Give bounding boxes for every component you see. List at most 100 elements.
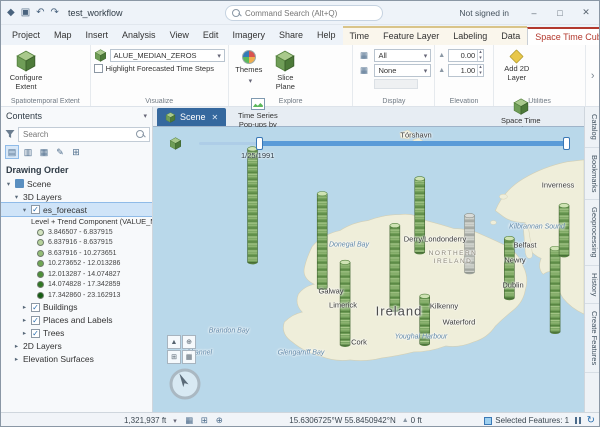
layer-checkbox[interactable]: ✓ — [31, 328, 40, 338]
spacetime-column[interactable] — [339, 262, 351, 346]
tab-share[interactable]: Share — [272, 26, 310, 45]
tab-scene[interactable]: Scene ✕ — [157, 108, 227, 126]
pane-tab-history[interactable]: History — [585, 266, 599, 305]
snap-toggle-icon[interactable]: ⊞ — [197, 415, 212, 426]
command-search[interactable] — [225, 5, 383, 21]
tab-feature-layer[interactable]: Feature Layer — [376, 26, 447, 45]
expand-icon[interactable]: ▸ — [21, 303, 28, 311]
layer-checkbox[interactable]: ✓ — [31, 302, 40, 312]
elevation-exaggeration-spinner[interactable]: 1.00 ▴ ▾ — [448, 64, 484, 77]
tab-analysis[interactable]: Analysis — [115, 26, 163, 45]
command-search-input[interactable] — [245, 8, 376, 18]
variable-dropdown[interactable]: ALUE_MEDIAN_ZEROS ▾ — [109, 49, 225, 62]
pause-drawing-icon[interactable] — [575, 417, 581, 424]
collapse-icon[interactable]: ▾ — [21, 206, 28, 214]
spacetime-column[interactable] — [549, 248, 561, 333]
configure-extent-button[interactable]: Configure Extent — [4, 47, 48, 95]
zoom-in-button[interactable]: ⊞ — [167, 350, 181, 364]
scene-viewport[interactable]: Tórshavn Inverness Kilbrannan Sound Derry/L… — [153, 127, 584, 412]
tab-project[interactable]: Project — [5, 26, 47, 45]
spacetime-column[interactable] — [414, 178, 426, 253]
redo-icon[interactable]: ↷ — [51, 7, 59, 18]
collapse-icon[interactable]: ▾ — [5, 180, 12, 188]
themes-button[interactable]: Themes ▾ — [232, 47, 266, 95]
tree-item-3d-layers[interactable]: ▾ 3D Layers — [1, 190, 152, 203]
tab-time[interactable]: Time — [342, 26, 377, 45]
tab-insert[interactable]: Insert — [79, 26, 116, 45]
tab-edit[interactable]: Edit — [196, 26, 226, 45]
compass[interactable] — [168, 367, 202, 401]
time-slider-handle-start[interactable] — [256, 137, 263, 150]
spacetime-column[interactable] — [316, 193, 328, 289]
locate-icon[interactable]: ⊕ — [212, 415, 227, 426]
map-scale-dropdown[interactable]: 1,321,937 ft ▾ — [119, 414, 182, 427]
tab-view[interactable]: View — [163, 26, 196, 45]
expand-icon[interactable]: ▸ — [21, 316, 28, 324]
layer-checkbox[interactable]: ✓ — [31, 205, 40, 214]
time-slider[interactable]: 1/25/1991 — [153, 133, 584, 160]
pane-tab-catalog[interactable]: Catalog — [585, 107, 599, 148]
sign-in-status[interactable]: Not signed in — [459, 8, 509, 18]
spacetime-column[interactable] — [247, 148, 258, 263]
contents-search[interactable] — [18, 126, 150, 142]
contents-search-input[interactable] — [23, 129, 133, 139]
tree-item-elevation-surfaces[interactable]: ▸ Elevation Surfaces — [1, 353, 152, 366]
tree-item-places-and-labels[interactable]: ▸ ✓ Places and Labels — [1, 314, 152, 327]
maximize-button[interactable]: □ — [547, 1, 573, 24]
expand-icon[interactable]: ▸ — [21, 329, 28, 337]
map-canvas[interactable] — [153, 127, 584, 411]
spacetime-column[interactable] — [504, 238, 515, 299]
minimize-button[interactable]: – — [521, 1, 547, 24]
collapse-icon[interactable]: ▾ — [13, 193, 20, 201]
save-icon[interactable]: ▣ — [21, 7, 30, 18]
add-2d-layer-button[interactable]: Add 2D Layer — [497, 47, 537, 95]
list-by-snapping-icon[interactable]: ⊞ — [69, 145, 83, 159]
tree-item-2d-layers[interactable]: ▸ 2D Layers — [1, 340, 152, 353]
layers-toggle-button[interactable]: ▦ — [182, 350, 196, 364]
pane-tab-bookmarks[interactable]: Bookmarks — [585, 148, 599, 201]
list-by-source-icon[interactable]: ▥ — [21, 145, 35, 159]
list-by-selection-icon[interactable]: ▦ — [37, 145, 51, 159]
tab-space-time-cube[interactable]: Space Time Cube — [527, 27, 599, 45]
tab-imagery[interactable]: Imagery — [225, 26, 272, 45]
spacetime-column[interactable] — [464, 215, 475, 273]
pane-tab-geoprocessing[interactable]: Geoprocessing — [585, 200, 599, 266]
undo-icon[interactable]: ↶ — [36, 7, 44, 18]
spin-down-icon[interactable]: ▾ — [478, 55, 483, 62]
pan-button[interactable]: ⊕ — [182, 335, 196, 349]
close-button[interactable]: ✕ — [573, 1, 599, 24]
time-slider-handle-end[interactable] — [563, 137, 570, 150]
highlight-forecast-checkbox[interactable] — [93, 64, 103, 73]
tab-map[interactable]: Map — [47, 26, 79, 45]
refresh-icon[interactable]: ↻ — [587, 415, 595, 426]
spacetime-column[interactable] — [558, 205, 570, 256]
tab-help[interactable]: Help — [310, 26, 343, 45]
selected-features-badge[interactable]: Selected Features: 1 — [484, 416, 569, 425]
tab-labeling[interactable]: Labeling — [446, 26, 495, 45]
tree-item-es-forecast[interactable]: ▾ ✓ es_forecast — [1, 202, 152, 217]
time-slider-range[interactable] — [259, 141, 565, 146]
elevation-offset-spinner[interactable]: 0.00 ▴ ▾ — [448, 49, 484, 62]
zoom-full-extent-button[interactable]: ▲ — [167, 335, 181, 349]
close-view-icon[interactable]: ✕ — [212, 113, 219, 122]
list-by-drawing-order-icon[interactable]: ▤ — [5, 145, 19, 159]
tree-item-trees[interactable]: ▸ ✓ Trees — [1, 327, 152, 340]
display-filter-all[interactable]: All ▾ — [374, 49, 432, 62]
spin-down-icon[interactable]: ▾ — [478, 70, 483, 77]
layer-checkbox[interactable]: ✓ — [31, 315, 40, 325]
pane-tab-create-features[interactable]: Create Features — [585, 304, 599, 374]
tree-item-scene[interactable]: ▾ Scene — [1, 177, 152, 190]
list-by-editing-icon[interactable]: ✎ — [53, 145, 67, 159]
filter-funnel-icon[interactable] — [5, 129, 15, 139]
tree-item-buildings[interactable]: ▸ ✓ Buildings — [1, 301, 152, 314]
display-filter-none[interactable]: None ▾ — [374, 64, 432, 77]
slice-plane-button[interactable]: Slice Plane — [268, 47, 302, 95]
tab-data[interactable]: Data — [494, 26, 528, 45]
expand-icon[interactable]: ▸ — [13, 342, 20, 350]
pane-menu-icon[interactable]: ▾ — [143, 112, 147, 120]
expand-icon[interactable]: ▸ — [13, 355, 20, 363]
spacetime-column[interactable] — [389, 225, 401, 311]
ribbon-overflow-button[interactable]: › — [586, 45, 599, 106]
spacetime-column[interactable] — [419, 295, 430, 345]
grid-toggle-icon[interactable]: ▦ — [182, 415, 197, 426]
